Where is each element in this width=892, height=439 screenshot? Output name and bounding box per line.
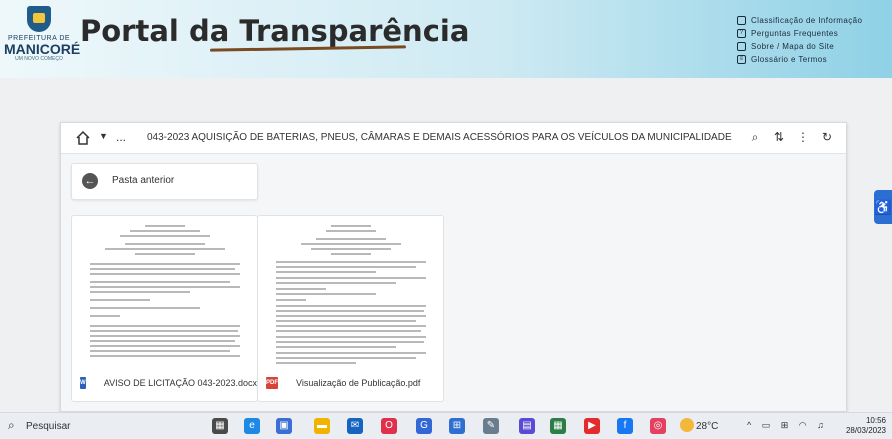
facebook-icon[interactable]: f (617, 418, 633, 434)
file-name: Visualização de Publicação.pdf (296, 377, 421, 388)
question-icon: ? (737, 29, 746, 38)
browser-toolbar: ▼ ... 043-2023 AQUISIÇÃO DE BATERIAS, PN… (61, 123, 846, 154)
file-name-row: PDF Visualização de Publicação.pdf (258, 364, 443, 401)
file-card-docx[interactable]: W AVISO DE LICITAÇÃO 043-2023.docx (71, 215, 258, 402)
file-name-row: W AVISO DE LICITAÇÃO 043-2023.docx (72, 364, 257, 401)
crest-icon (27, 6, 51, 32)
pdf-thumbnail (258, 216, 443, 364)
file-explorer-icon[interactable]: ▬ (314, 418, 330, 434)
calculator-icon[interactable]: ⊞ (449, 418, 465, 434)
arrow-left-icon: ← (82, 173, 98, 189)
page-title: Portal da Transparência (80, 14, 470, 48)
pdf-file-icon: PDF (266, 376, 278, 389)
clock[interactable]: 10:56 28/03/2023 (840, 416, 886, 436)
app-icon[interactable]: G (416, 418, 432, 434)
system-tray[interactable]: ^ ▭ ⊞ ◠ ♫ (747, 420, 828, 431)
building-icon (737, 16, 746, 25)
weather-icon[interactable] (680, 418, 694, 432)
list-icon: ≡ (737, 55, 746, 64)
photos-icon[interactable]: ▤ (519, 418, 535, 434)
link-label: Perguntas Frequentes (751, 29, 839, 38)
doc-thumbnail (72, 216, 257, 364)
opera-icon[interactable]: O (381, 418, 397, 434)
back-folder-button[interactable]: ← Pasta anterior (71, 163, 258, 200)
file-card-pdf[interactable]: PDF Visualização de Publicação.pdf (257, 215, 444, 402)
calendar-icon[interactable]: ▦ (550, 418, 566, 434)
search-icon[interactable]: ⌕ (748, 129, 762, 145)
windows-taskbar: ⌕ Pesquisar ▦ e ▣ ▬ ✉ O G ⊞ ✎ ▤ ▦ ▶ f ◎ … (0, 412, 892, 439)
link-glossario[interactable]: ≡ Glossário e Termos (737, 53, 862, 66)
manicore-logo[interactable]: PREFEITURA DE MANICORÉ UM NOVO COMEÇO (4, 6, 81, 72)
word-file-icon: W (80, 376, 86, 389)
youtube-icon[interactable]: ▶ (584, 418, 600, 434)
clock-time: 10:56 (865, 416, 886, 425)
instagram-icon[interactable]: ◎ (650, 418, 666, 434)
file-browser: ▼ ... 043-2023 AQUISIÇÃO DE BATERIAS, PN… (60, 122, 847, 412)
site-header: PREFEITURA DE MANICORÉ UM NOVO COMEÇO Po… (0, 0, 892, 78)
clock-date: 28/03/2023 (845, 426, 886, 435)
toolbar-actions: ⌕ ⇅ ⋮ ↻ (748, 129, 834, 145)
link-label: Classificação de Informação (751, 16, 863, 25)
edge-icon[interactable]: e (244, 418, 260, 434)
link-classificacao[interactable]: Classificação de Informação (737, 14, 862, 27)
breadcrumb-current: 043-2023 AQUISIÇÃO DE BATERIAS, PNEUS, C… (147, 132, 732, 143)
sort-icon[interactable]: ⇅ (772, 129, 786, 145)
more-vert-icon[interactable]: ⋮ (796, 129, 810, 145)
top-links: Classificação de Informação ? Perguntas F… (737, 14, 862, 66)
refresh-icon[interactable]: ↻ (820, 129, 834, 145)
taskbar-search[interactable]: Pesquisar (26, 421, 70, 432)
file-name: AVISO DE LICITAÇÃO 043-2023.docx (103, 377, 257, 388)
link-label: Sobre / Mapa do Site (751, 42, 835, 51)
mail-icon[interactable]: ✉ (347, 418, 363, 434)
paint-icon[interactable]: ✎ (483, 418, 499, 434)
logo-line2: MANICORÉ (4, 41, 81, 57)
search-icon[interactable]: ⌕ (8, 418, 15, 433)
caret-down-icon[interactable]: ▼ (99, 131, 108, 141)
task-view-icon[interactable]: ▦ (212, 418, 228, 434)
link-perguntas[interactable]: ? Perguntas Frequentes (737, 27, 862, 40)
link-label: Glossário e Termos (751, 55, 827, 64)
back-folder-label: Pasta anterior (112, 175, 175, 186)
accessibility-icon[interactable]: ♿ (874, 190, 892, 224)
link-sobre[interactable]: Sobre / Mapa do Site (737, 40, 862, 53)
breadcrumb-ellipsis[interactable]: ... (116, 130, 126, 144)
store-icon[interactable]: ▣ (276, 418, 292, 434)
weather-temp[interactable]: 28°C (696, 421, 718, 432)
home-icon[interactable] (75, 130, 91, 146)
sitemap-icon (737, 42, 746, 51)
